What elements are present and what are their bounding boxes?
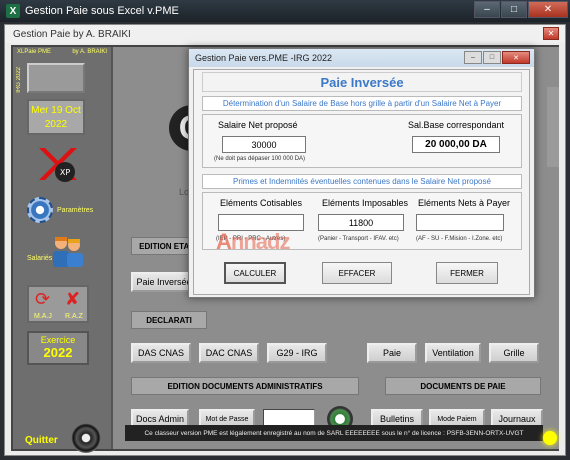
date-display: Mer 19 Oct 2022 — [27, 99, 85, 135]
background-strip — [547, 87, 559, 167]
delete-file-icon[interactable]: ✘ — [65, 289, 80, 310]
window-title: Gestion Paie sous Excel v.PME — [25, 5, 179, 17]
ventilation-button[interactable]: Ventilation — [425, 343, 481, 363]
userform-title: Gestion Paie by A. BRAIKI — [5, 25, 565, 43]
dialog-minimize-button[interactable]: – — [464, 51, 482, 64]
power-button-icon[interactable] — [71, 423, 101, 453]
salaire-net-note: (Ne doit pas dépaser 100 000 DA) — [214, 156, 306, 162]
exercice-year: 2022 — [43, 345, 73, 360]
left-sidebar: XLPaie PME by A. BRAIKI IRG 2022 Mer 19 … — [13, 47, 113, 453]
fermer-button[interactable]: FERMER — [436, 262, 498, 284]
maximize-button[interactable]: □ — [501, 1, 527, 18]
g29-irg-button[interactable]: G29 - IRG — [267, 343, 327, 363]
minimize-button[interactable]: – — [474, 1, 500, 18]
paie-button[interactable]: Paie — [367, 343, 417, 363]
maj-raz-box: ⟳ ✘ M.A.J R.A.Z — [27, 285, 89, 323]
logo-text: XP — [60, 168, 70, 177]
paie-inversee-dialog: Gestion Paie vers.PME -IRG 2022 – □ ✕ Pa… — [188, 48, 535, 298]
date-year: 2022 — [44, 119, 68, 130]
license-footer: Ce classeur version PME est légalement e… — [125, 425, 543, 441]
grille-button[interactable]: Grille — [489, 343, 539, 363]
exercice-label: Exercice — [40, 335, 76, 345]
nets-note: (AF - SU - F.Mision - I.Zone. etc) — [416, 236, 503, 242]
product-name: XLPaie PME — [17, 49, 52, 55]
company-box[interactable] — [27, 63, 85, 93]
watermark-logo: Annadz — [216, 229, 290, 254]
edition-docs-header: EDITION DOCUMENTS ADMINISTRATIFS — [131, 377, 359, 395]
excel-icon: X — [6, 4, 20, 18]
xp-logo-icon: XP — [39, 148, 77, 182]
author-name: by A. BRAIKI — [72, 49, 107, 55]
maj-label[interactable]: M.A.J — [34, 313, 52, 320]
dialog-heading: Paie Inversée — [202, 72, 522, 92]
dialog-body: Paie Inversée Détermination d'un Salaire… — [193, 69, 530, 295]
cotisables-label: Eléments Cotisables — [220, 198, 303, 208]
imposables-label: Eléments Imposables — [322, 198, 409, 208]
close-button[interactable]: ✕ — [528, 1, 568, 18]
exercice-box[interactable]: Exercice 2022 — [27, 331, 89, 365]
sidebar-header: XLPaie PME by A. BRAIKI — [13, 47, 111, 57]
window-titlebar: X Gestion Paie sous Excel v.PME – □ ✕ — [0, 0, 570, 22]
dialog-maximize-button[interactable]: □ — [483, 51, 501, 64]
nets-input[interactable] — [416, 214, 504, 231]
sun-icon — [543, 431, 557, 445]
nets-label: Eléments Nets à Payer — [418, 198, 511, 208]
imposables-input[interactable]: 11800 — [318, 214, 404, 231]
dac-cnas-button[interactable]: DAC CNAS — [199, 343, 259, 363]
sal-base-label: Sal.Base correspondant — [408, 120, 505, 130]
dialog-controls: – □ ✕ — [463, 51, 530, 64]
das-cnas-button[interactable]: DAS CNAS — [131, 343, 191, 363]
declarations-header: DECLARATI — [131, 311, 207, 329]
date-day: Mer 19 Oct — [31, 105, 81, 116]
calculer-button[interactable]: CALCULER — [224, 262, 286, 284]
salaire-net-input[interactable]: 30000 — [222, 136, 306, 153]
window-controls: – □ ✕ — [473, 1, 568, 18]
salaire-net-label: Salaire Net proposé — [218, 120, 298, 130]
salaire-base-subheading: Détermination d'un Salaire de Base hors … — [202, 96, 522, 111]
primes-subheading: Primes et Indemnités éventuelles contenu… — [202, 174, 522, 189]
users-icon[interactable] — [49, 233, 85, 269]
userform-close-button[interactable]: ✕ — [543, 27, 559, 40]
imposables-note: (Panier - Transport - IFAV. etc) — [318, 236, 399, 242]
quit-label[interactable]: Quitter — [25, 435, 58, 446]
sal-base-output: 20 000,00 DA — [412, 136, 500, 153]
version-label: IRG 2022 — [16, 67, 22, 93]
parametres-label[interactable]: Paramètres — [57, 207, 93, 214]
salaries-label[interactable]: Salariés — [27, 255, 52, 262]
effacer-button[interactable]: EFFACER — [322, 262, 392, 284]
documents-paie-header: DOCUMENTS DE PAIE — [385, 377, 541, 395]
raz-label[interactable]: R.A.Z — [65, 313, 83, 320]
dialog-close-button[interactable]: ✕ — [502, 51, 530, 64]
refresh-icon[interactable]: ⟳ — [35, 289, 50, 310]
gear-icon[interactable] — [27, 197, 53, 223]
